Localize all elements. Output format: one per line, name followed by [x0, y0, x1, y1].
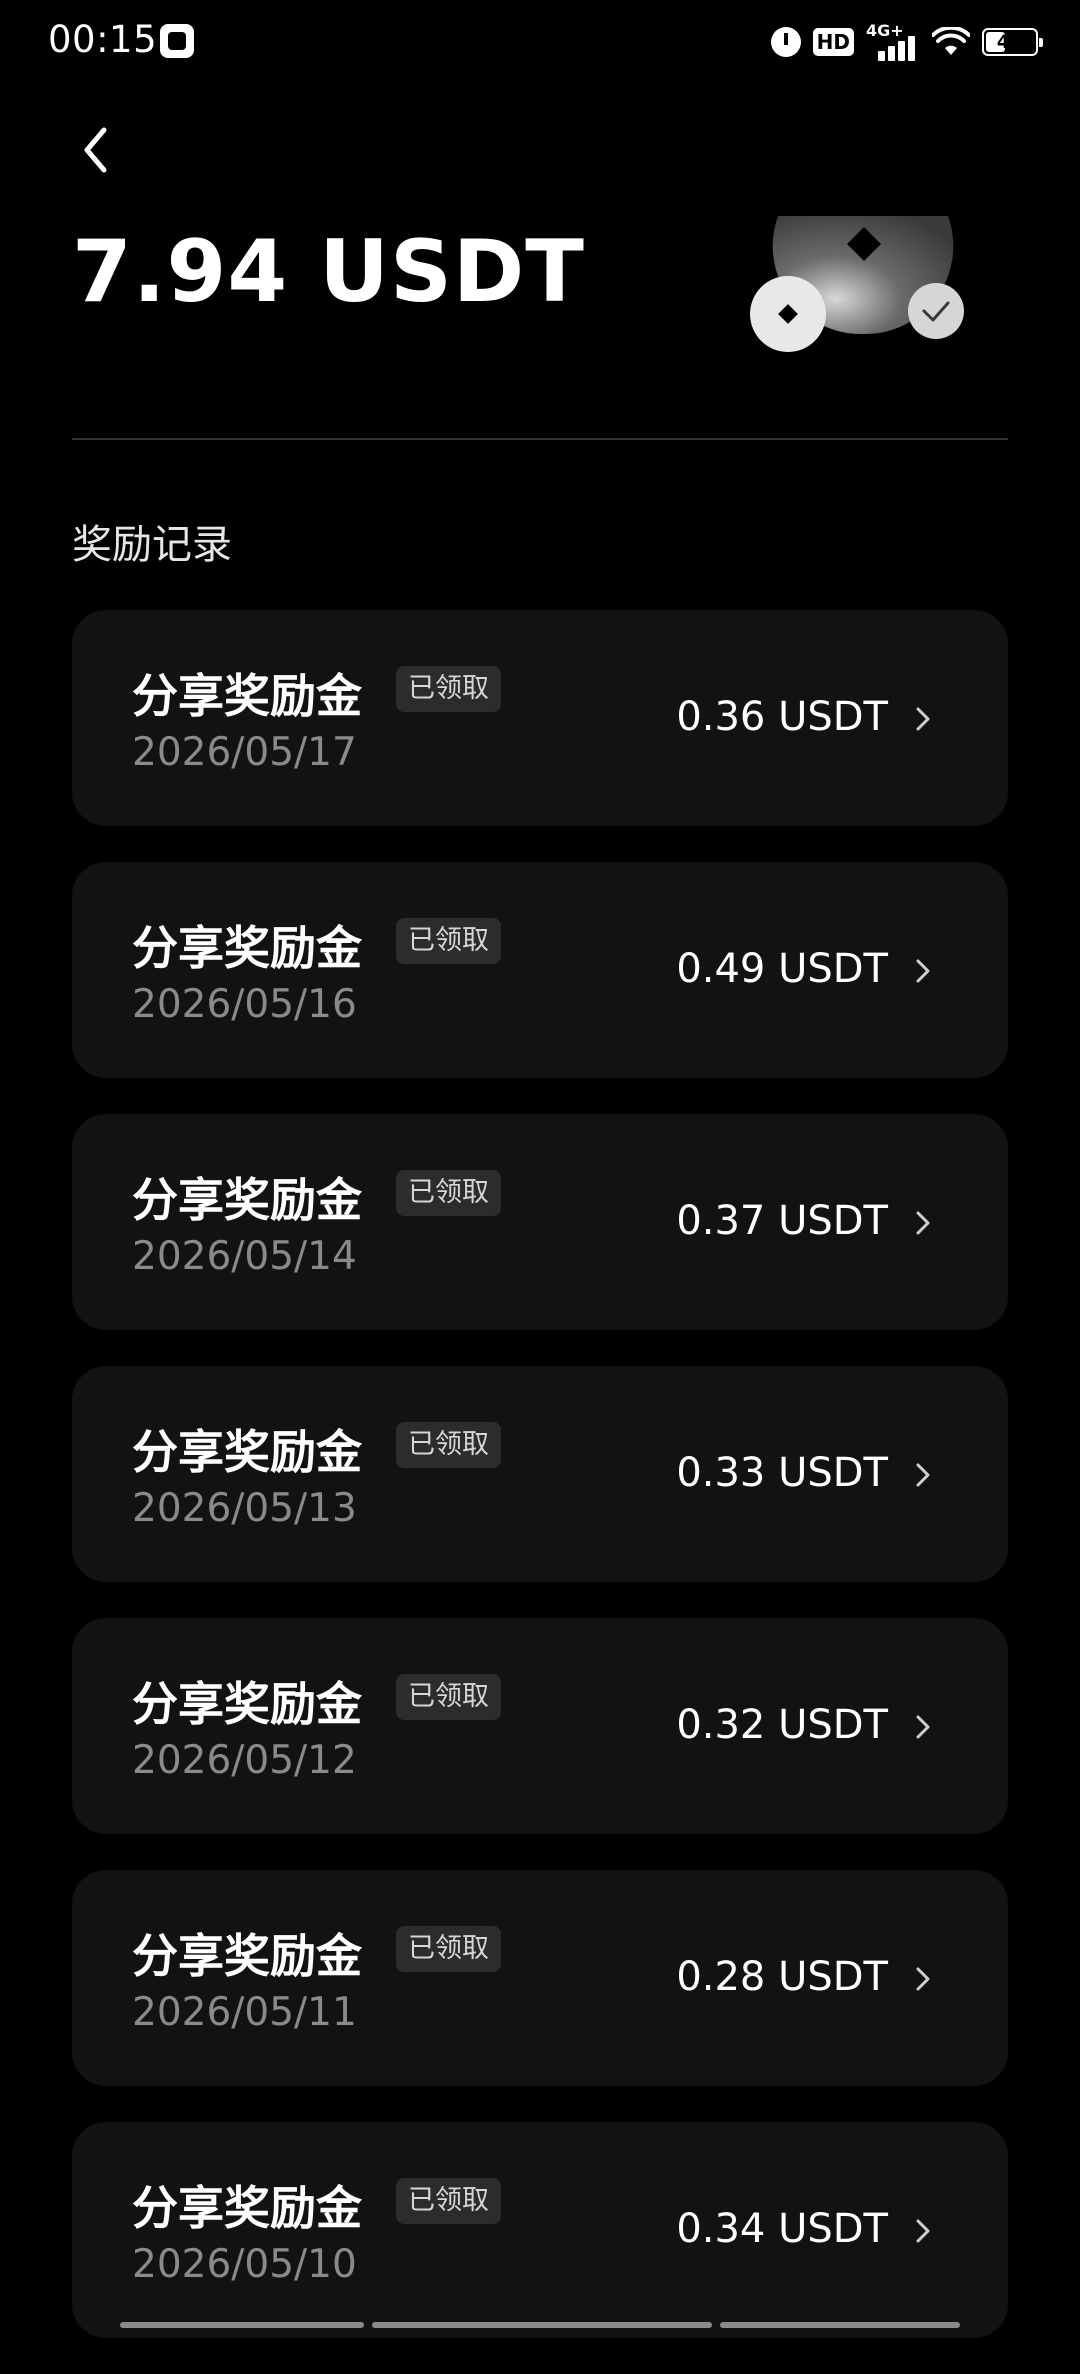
status-badge: 已领取 — [396, 1674, 501, 1720]
record-card[interactable]: 分享奖励金 已领取 2026/05/14 0.37 USDT — [72, 1114, 1008, 1330]
section-title: 奖励记录 — [72, 522, 232, 568]
record-title: 分享奖励金 — [132, 2181, 362, 2235]
back-button[interactable] — [72, 120, 122, 180]
record-card[interactable]: 分享奖励金 已领取 2026/05/12 0.32 USDT — [72, 1618, 1008, 1834]
record-date: 2026/05/13 — [132, 1486, 357, 1531]
signal-bars — [878, 36, 915, 61]
battery-cap — [1039, 38, 1043, 47]
record-amount: 0.34 USDT — [676, 2206, 888, 2252]
status-icons: HD 4G+ 44 — [770, 21, 1043, 62]
record-title: 分享奖励金 — [132, 921, 362, 975]
record-title: 分享奖励金 — [132, 1929, 362, 1983]
coin-reward-illustration — [750, 216, 964, 352]
record-amount: 0.36 USDT — [676, 694, 888, 740]
alarm-icon — [770, 27, 801, 57]
record-card[interactable]: 分享奖励金 已领取 2026/05/13 0.33 USDT — [72, 1366, 1008, 1582]
record-date: 2026/05/10 — [132, 2242, 357, 2287]
record-date: 2026/05/11 — [132, 1990, 357, 2035]
scroll-indicator — [120, 2322, 960, 2328]
record-amount: 0.49 USDT — [676, 946, 888, 992]
status-badge: 已领取 — [396, 2178, 501, 2224]
hd-icon: HD — [812, 28, 854, 56]
chevron-right-icon — [916, 1211, 930, 1235]
chevron-right-icon — [916, 1715, 930, 1739]
chevron-right-icon — [916, 2219, 930, 2243]
chevron-right-icon — [916, 707, 930, 731]
records-list: 分享奖励金 已领取 2026/05/17 0.36 USDT 分享奖励金 已领取… — [72, 610, 1008, 2374]
record-date: 2026/05/14 — [132, 1234, 357, 1279]
record-title: 分享奖励金 — [132, 669, 362, 723]
status-badge: 已领取 — [396, 918, 501, 964]
record-date: 2026/05/12 — [132, 1738, 357, 1783]
cellular-signal-icon: 4G+ — [866, 21, 920, 61]
record-date: 2026/05/17 — [132, 730, 357, 775]
battery-icon: 44 — [982, 28, 1043, 56]
battery-level-text: 44 — [996, 31, 1024, 53]
chevron-right-icon — [916, 1967, 930, 1991]
record-card[interactable]: 分享奖励金 已领取 2026/05/16 0.49 USDT — [72, 862, 1008, 1078]
record-title: 分享奖励金 — [132, 1173, 362, 1227]
balance-amount: 7.94 USDT — [72, 222, 585, 322]
record-amount: 0.32 USDT — [676, 1702, 888, 1748]
status-badge: 已领取 — [396, 1422, 501, 1468]
header-divider — [72, 438, 1008, 440]
record-amount: 0.37 USDT — [676, 1198, 888, 1244]
status-time: 00:15 — [48, 18, 158, 61]
record-card[interactable]: 分享奖励金 已领取 2026/05/11 0.28 USDT — [72, 1870, 1008, 2086]
chevron-right-icon — [916, 1463, 930, 1487]
record-card[interactable]: 分享奖励金 已领取 2026/05/17 0.36 USDT — [72, 610, 1008, 826]
status-badge: 已领取 — [396, 666, 501, 712]
wifi-icon — [932, 27, 970, 55]
record-amount: 0.33 USDT — [676, 1450, 888, 1496]
chevron-left-icon — [84, 127, 107, 173]
status-badge: 已领取 — [396, 1926, 501, 1972]
record-card[interactable]: 分享奖励金 已领取 2026/05/10 0.34 USDT — [72, 2122, 1008, 2338]
status-bar: 00:15 HD 4G+ 44 — [0, 0, 1080, 84]
record-title: 分享奖励金 — [132, 1677, 362, 1731]
record-amount: 0.28 USDT — [676, 1954, 888, 2000]
record-date: 2026/05/16 — [132, 982, 357, 1027]
record-title: 分享奖励金 — [132, 1425, 362, 1479]
gallery-app-icon — [160, 24, 194, 58]
chevron-right-icon — [916, 959, 930, 983]
status-badge: 已领取 — [396, 1170, 501, 1216]
